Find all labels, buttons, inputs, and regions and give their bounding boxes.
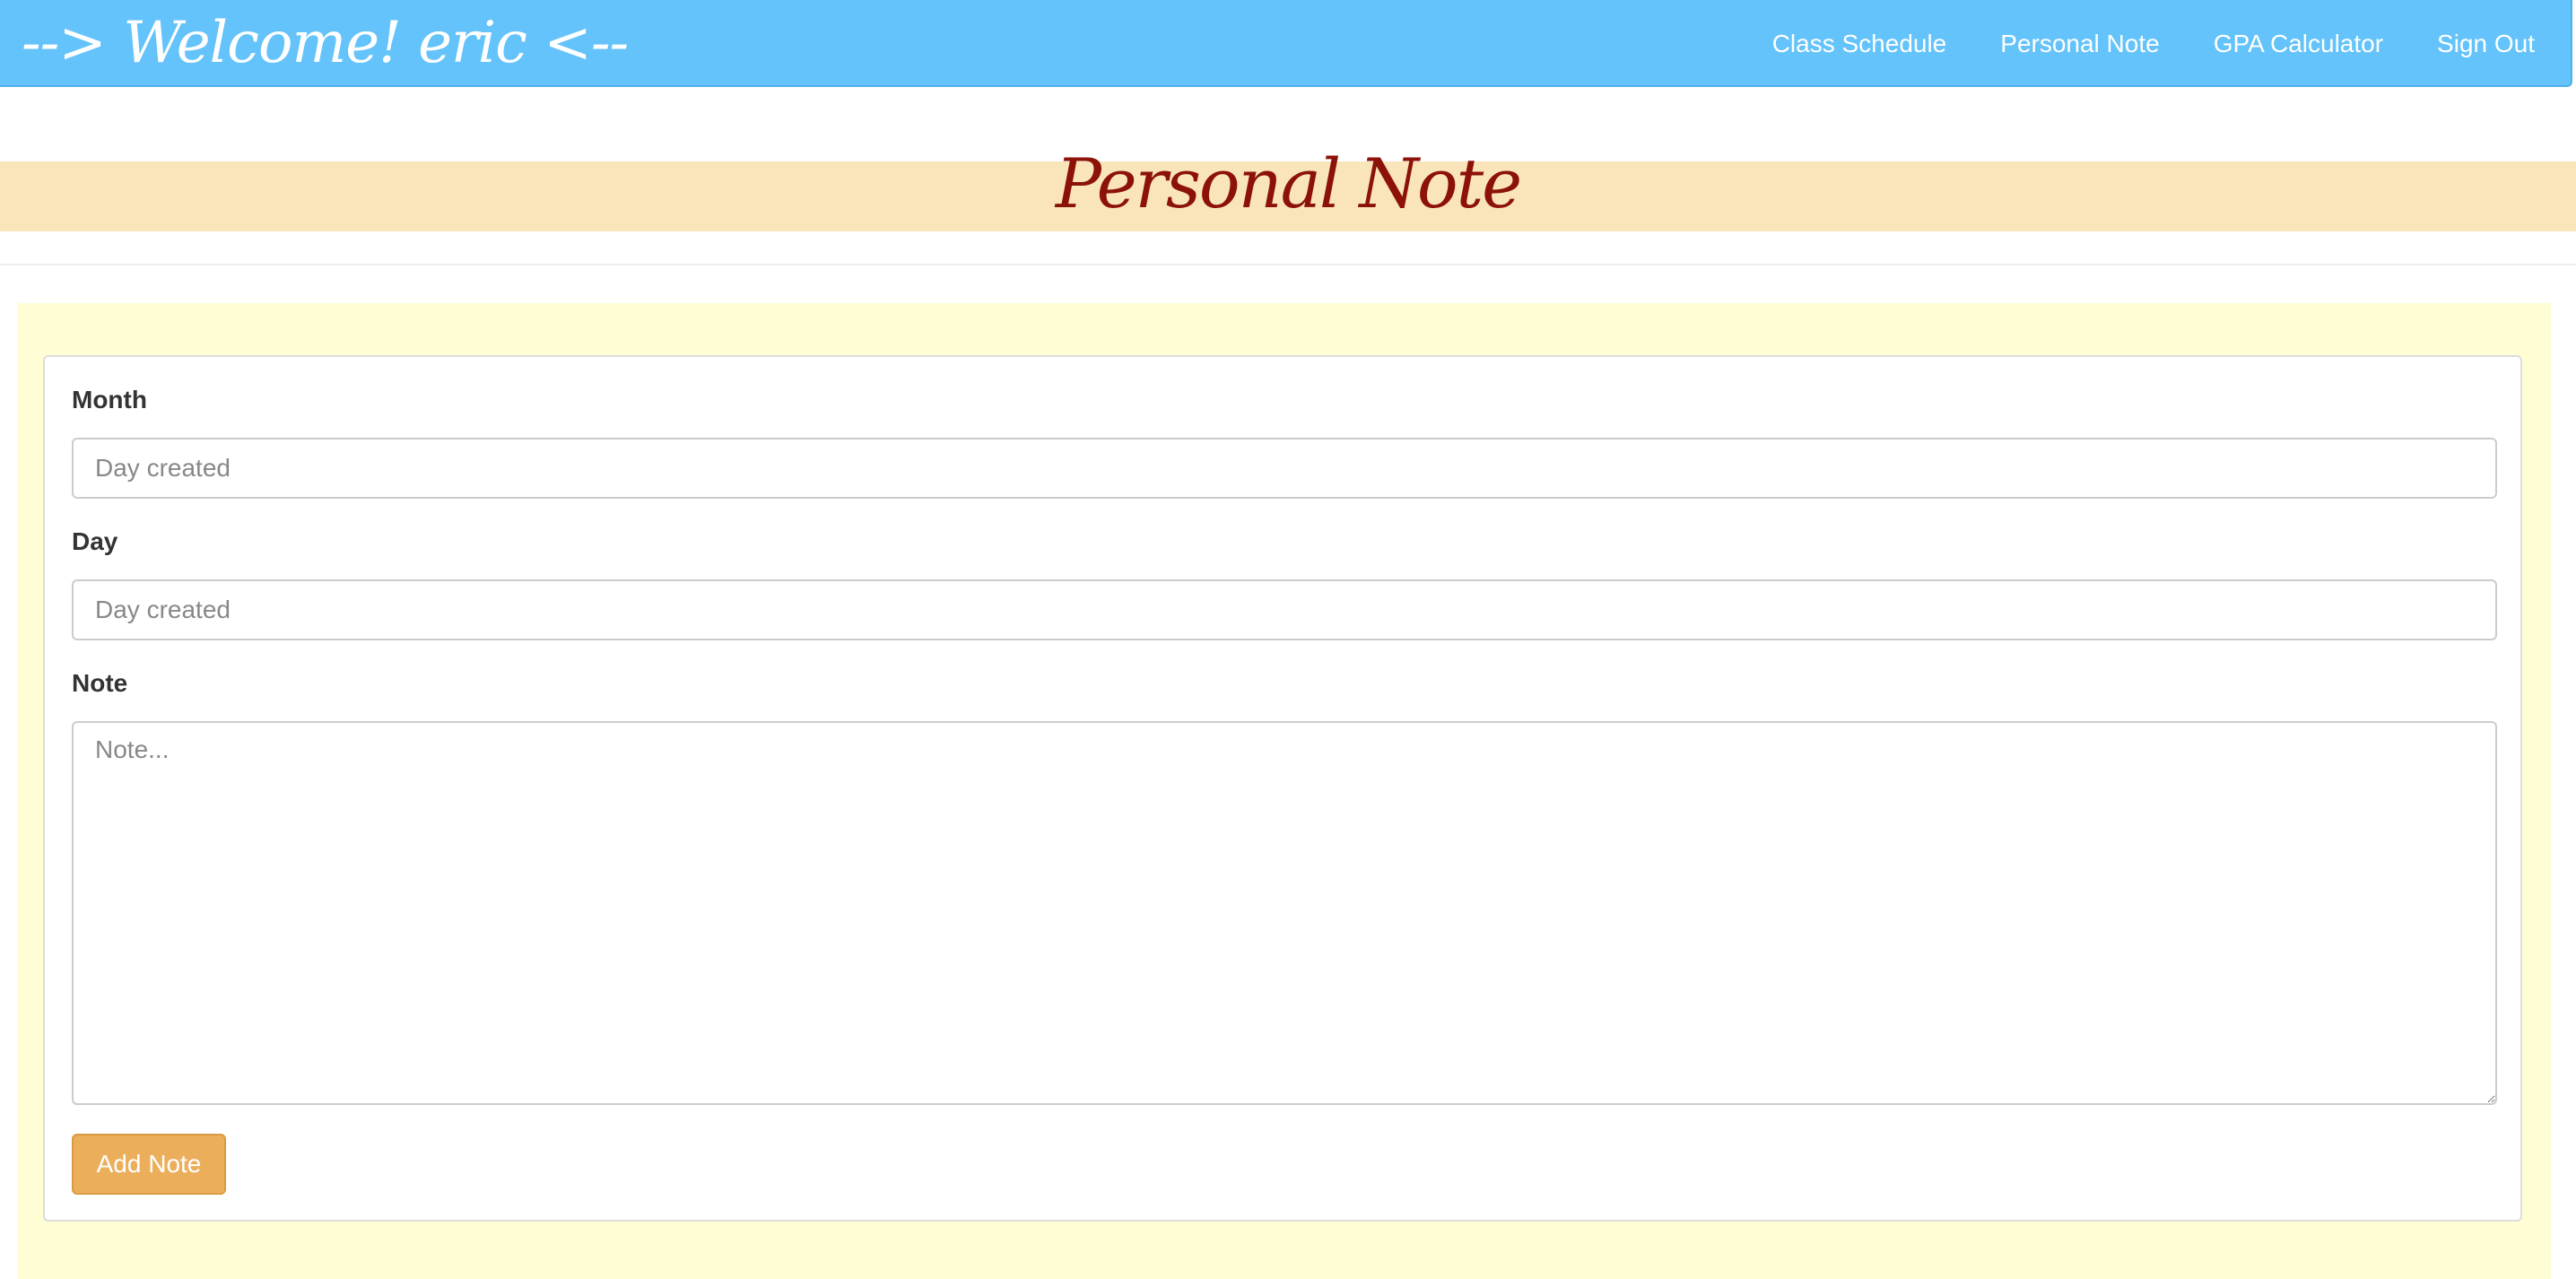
note-label: Note: [72, 669, 128, 697]
divider: [0, 264, 2576, 265]
welcome-brand[interactable]: --> Welcome! eric <--: [22, 4, 629, 83]
nav-link-sign-out[interactable]: Sign Out: [2437, 30, 2535, 58]
day-input[interactable]: [72, 579, 2497, 640]
month-label: Month: [72, 386, 147, 413]
month-input[interactable]: [72, 438, 2497, 499]
nav-link-gpa-calculator[interactable]: GPA Calculator: [2214, 30, 2383, 58]
nav-link-personal-note[interactable]: Personal Note: [2000, 30, 2159, 58]
nav-link-class-schedule[interactable]: Class Schedule: [1772, 30, 1947, 58]
note-textarea[interactable]: [72, 721, 2497, 1105]
top-navbar: --> Welcome! eric <-- Class Schedule Per…: [0, 0, 2572, 87]
day-label: Day: [72, 527, 118, 555]
add-note-button[interactable]: Add Note: [72, 1134, 226, 1195]
nav-links: Class Schedule Personal Note GPA Calcula…: [1719, 0, 2535, 87]
page-title: Personal Note: [1055, 144, 1522, 223]
